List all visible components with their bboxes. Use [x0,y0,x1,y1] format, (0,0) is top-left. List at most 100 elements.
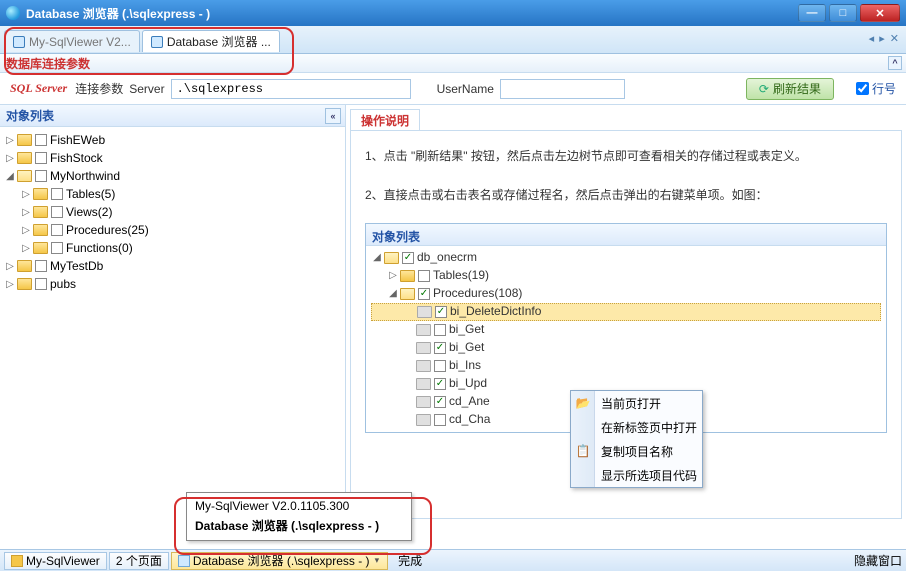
checkbox[interactable] [402,252,414,264]
status-done: 完成 [398,552,422,569]
page-icon [178,555,190,567]
window-titlebar: Database 浏览器 (.\sqlexpress - ) — □ ✕ [0,0,906,26]
db-tree[interactable]: ▷FishEWeb ▷FishStock ◢MyNorthwind ▷Table… [0,127,345,523]
tree-node[interactable]: ▷Tables(5) [4,185,341,203]
tab-sqlviewer[interactable]: My-SqlViewer V2... [4,30,140,52]
tree-node[interactable]: ▷Functions(0) [4,239,341,257]
proc-icon [417,306,432,318]
window-title: Database 浏览器 (.\sqlexpress - ) [26,5,798,22]
folder-icon [17,260,32,272]
proc-icon [416,360,431,372]
doc-tabstrip: My-SqlViewer V2... Database 浏览器 ... ◂ ▸ … [0,26,906,54]
tree-node[interactable]: ▷MyTestDb [4,257,341,275]
app-icon [11,555,23,567]
refresh-label: 刷新结果 [773,80,821,97]
ctx-show-code[interactable]: 显示所选项目代码 [571,463,702,487]
example-header: 对象列表 [366,224,886,246]
server-label: Server [129,82,164,96]
folder-icon [33,242,48,254]
folder-icon [33,224,48,236]
folder-open-icon [400,288,415,300]
folder-icon [400,270,415,282]
minimize-button[interactable]: — [798,4,826,22]
checkbox[interactable] [35,152,47,164]
close-button[interactable]: ✕ [860,4,900,22]
server-input[interactable] [171,79,411,99]
tooltip-line1: My-SqlViewer V2.0.1105.300 [195,499,403,513]
line-number-cb[interactable] [856,82,869,95]
proc-icon [416,342,431,354]
product-label: SQL Server [10,81,67,96]
collapse-pane-icon[interactable]: « [325,108,341,124]
refresh-icon: ⟳ [759,82,769,96]
page-icon [151,36,163,48]
status-pages-button[interactable]: 2 个页面 [109,552,169,570]
collapse-icon[interactable]: ^ [888,56,902,70]
tree-node[interactable]: ▷Procedures(25) [4,221,341,239]
folder-icon [17,152,32,164]
checkbox[interactable] [434,396,446,408]
checkbox[interactable] [35,260,47,272]
help-text-1: 1、点击 "刷新结果" 按钮，然后点击左边树节点即可查看相关的存储过程或表定义。 [365,145,887,168]
tree-node[interactable]: bi_Ins [371,357,881,375]
tree-node[interactable]: ◢Procedures(108) [371,285,881,303]
tree-node[interactable]: bi_Get [371,321,881,339]
checkbox[interactable] [35,170,47,182]
checkbox[interactable] [434,414,446,426]
hide-window-button[interactable]: 隐藏窗口 [854,552,902,569]
ctx-open-newtab[interactable]: 在新标签页中打开 [571,415,702,439]
status-current-page[interactable]: Database 浏览器 (.\sqlexpress - )▾ [171,552,388,570]
folder-open-icon [384,252,399,264]
tab-label: Database 浏览器 ... [167,33,271,50]
dropdown-icon[interactable]: ▾ [373,555,382,566]
status-app-button[interactable]: My-SqlViewer [4,552,107,570]
folder-icon [33,188,48,200]
tree-node-selected[interactable]: bi_DeleteDictInfo [371,303,881,321]
checkbox[interactable] [418,270,430,282]
tab-database-browser[interactable]: Database 浏览器 ... [142,30,280,52]
folder-icon [17,278,32,290]
checkbox[interactable] [434,378,446,390]
copy-icon: 📋 [575,444,591,458]
maximize-button[interactable]: □ [829,4,857,22]
proc-icon [416,378,431,390]
conn-label: 连接参数 [75,80,123,97]
status-bar: My-SqlViewer 2 个页面 Database 浏览器 (.\sqlex… [0,549,906,571]
tree-node[interactable]: ▷FishEWeb [4,131,341,149]
tree-node[interactable]: ◢MyNorthwind [4,167,341,185]
section-db-conn: 数据库连接参数 ^ [0,54,906,73]
help-text-2: 2、直接点击或右击表名或存储过程名，然后点击弹出的右键菜单项。如图： [365,184,887,207]
username-input[interactable] [500,79,625,99]
proc-icon [416,396,431,408]
page-icon [13,36,25,48]
checkbox[interactable] [434,360,446,372]
tabstrip-controls[interactable]: ◂ ▸ ✕ [869,32,900,45]
checkbox[interactable] [51,224,63,236]
tab-label: My-SqlViewer V2... [29,35,131,49]
checkbox[interactable] [418,288,430,300]
ctx-copy-name[interactable]: 📋复制项目名称 [571,439,702,463]
context-menu: 📂当前页打开 在新标签页中打开 📋复制项目名称 显示所选项目代码 [570,390,703,488]
checkbox[interactable] [51,242,63,254]
line-number-checkbox[interactable]: 行号 [856,80,896,97]
section-title: 数据库连接参数 [6,57,90,71]
tree-node[interactable]: ▷Views(2) [4,203,341,221]
checkbox[interactable] [51,206,63,218]
ctx-open-current[interactable]: 📂当前页打开 [571,391,702,415]
refresh-button[interactable]: ⟳ 刷新结果 [746,78,834,100]
tree-node[interactable]: ▷pubs [4,275,341,293]
checkbox[interactable] [434,342,446,354]
checkbox[interactable] [435,306,447,318]
object-list-header: 对象列表 « [0,105,345,127]
folder-icon [17,134,32,146]
conn-param-row: SQL Server 连接参数 Server UserName ⟳ 刷新结果 行… [0,73,906,105]
tree-node[interactable]: bi_Get [371,339,881,357]
checkbox[interactable] [434,324,446,336]
app-icon [6,6,20,20]
tab-instructions[interactable]: 操作说明 [350,109,420,130]
tree-node[interactable]: ▷FishStock [4,149,341,167]
checkbox[interactable] [35,278,47,290]
proc-icon [416,414,431,426]
checkbox[interactable] [35,134,47,146]
checkbox[interactable] [51,188,63,200]
